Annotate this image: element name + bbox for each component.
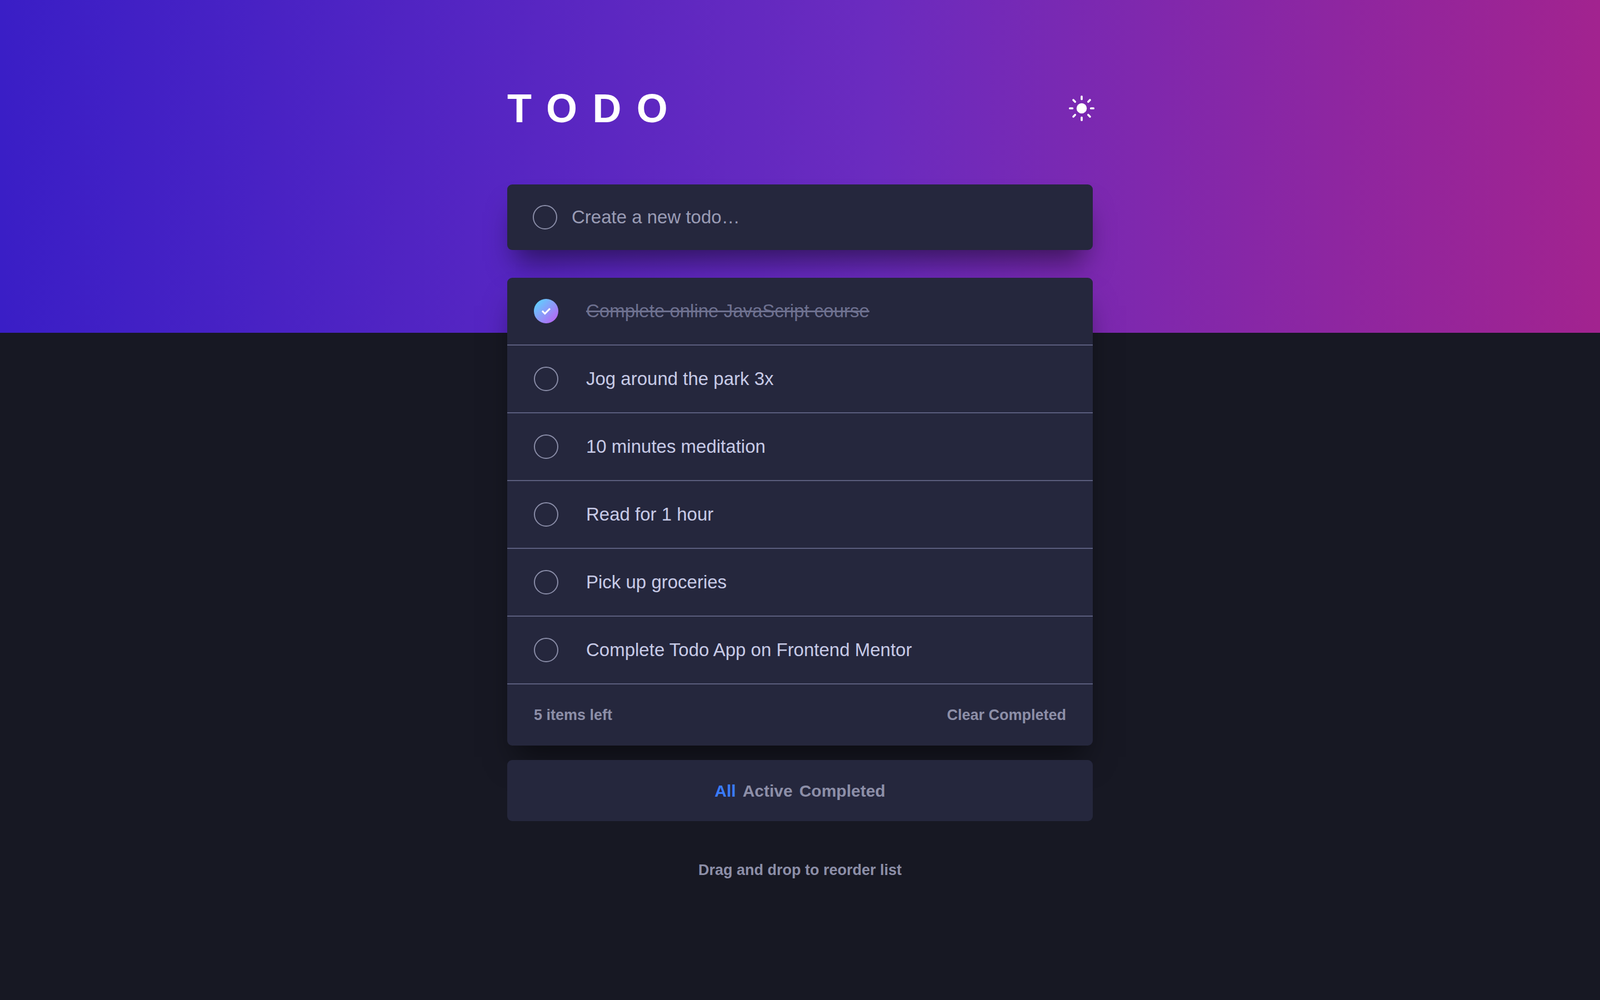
todo-text: Complete online JavaScript course <box>586 297 870 325</box>
todo-text: 10 minutes meditation <box>586 432 766 461</box>
items-left: 5 items left <box>533 703 613 727</box>
checkbox[interactable] <box>533 298 559 324</box>
todo-text: Pick up groceries <box>586 568 727 597</box>
filter-button[interactable]: All <box>714 778 736 804</box>
app-title: TODO <box>507 88 683 129</box>
todo-item[interactable]: Complete online JavaScript course <box>507 277 1093 346</box>
list-footer: 5 items left Clear Completed <box>507 684 1093 746</box>
filter-bar: All ActiveCompleted <box>507 760 1093 822</box>
todo-item[interactable]: Complete Todo App on Frontend Mentor <box>507 616 1093 685</box>
reorder-hint: Drag and drop to reorder list <box>507 858 1093 882</box>
todo-item[interactable]: 10 minutes meditation <box>507 413 1093 482</box>
filter-button[interactable]: Completed <box>799 778 886 804</box>
todo-text: Jog around the park 3x <box>586 365 774 393</box>
new-todo-input[interactable] <box>571 203 1068 232</box>
todo-item[interactable]: Read for 1 hour <box>507 481 1093 549</box>
checkbox[interactable] <box>533 637 559 663</box>
new-todo-circle[interactable] <box>532 205 558 230</box>
check-icon <box>541 307 552 315</box>
todo-text: Complete Todo App on Frontend Mentor <box>586 636 912 664</box>
theme-toggle[interactable] <box>1068 95 1095 122</box>
clear-completed-button[interactable]: Clear Completed <box>946 703 1067 727</box>
todo-text: Read for 1 hour <box>586 500 714 529</box>
checkbox[interactable] <box>533 502 559 527</box>
checkbox[interactable] <box>533 434 559 459</box>
checkbox[interactable] <box>533 570 559 595</box>
todo-app: TODO Complete online JavaScript course Jog… <box>507 0 1093 882</box>
sun-icon[interactable] <box>1068 95 1095 122</box>
app-header: TODO <box>507 83 1093 134</box>
todo-list: Complete online JavaScript course Jog aro… <box>507 277 1093 746</box>
new-todo-field <box>507 184 1093 250</box>
checkbox[interactable] <box>533 366 559 392</box>
filter-button[interactable]: Active <box>742 778 793 804</box>
todo-item[interactable]: Jog around the park 3x <box>507 345 1093 414</box>
todo-page: TODO Complete online JavaScript course Jog… <box>0 0 1600 1000</box>
todo-item[interactable]: Pick up groceries <box>507 548 1093 617</box>
